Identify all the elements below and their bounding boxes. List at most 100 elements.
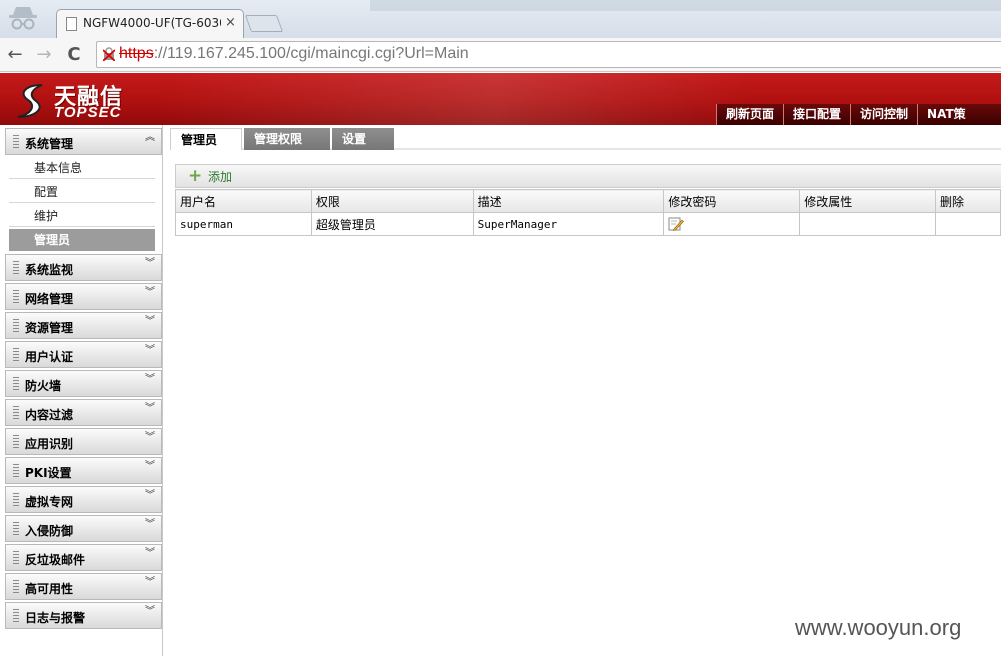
chevron-up-icon: ︽ xyxy=(145,132,155,143)
sidebar-item-basic-info[interactable]: 基本信息 xyxy=(9,157,155,179)
sidebar-section-label: 应用识别 xyxy=(25,437,74,451)
chevron-down-icon: ︾ xyxy=(145,432,155,443)
incognito-icon xyxy=(9,7,37,30)
sidebar-section-label: 反垃圾邮件 xyxy=(25,553,86,567)
sidebar-section-label: 用户认证 xyxy=(25,350,74,364)
chevron-down-icon: ︾ xyxy=(145,548,155,559)
grip-icon xyxy=(13,464,19,478)
browser-tab-title: NGFW4000-UF(TG-6030 xyxy=(83,16,221,30)
cell-delete xyxy=(935,212,1001,236)
grip-icon xyxy=(13,435,19,449)
sidebar-section-label: 网络管理 xyxy=(25,292,74,306)
sidebar-section-user-auth[interactable]: 用户认证 ︾ xyxy=(5,341,162,368)
chevron-down-icon: ︾ xyxy=(145,287,155,298)
close-tab-icon[interactable]: × xyxy=(225,15,236,30)
tab-admin-permissions[interactable]: 管理权限 xyxy=(244,128,330,150)
chevron-down-icon: ︾ xyxy=(145,519,155,530)
add-button-label: 添加 xyxy=(208,170,233,184)
plus-icon: + xyxy=(188,166,203,186)
sidebar-item-administrators[interactable]: 管理员 xyxy=(9,229,155,251)
column-header-username: 用户名 xyxy=(175,189,312,213)
grip-icon xyxy=(13,348,19,362)
top-nav: 刷新页面 接口配置 访问控制 NAT策 xyxy=(716,104,1001,125)
new-tab-button[interactable] xyxy=(244,15,284,32)
sidebar-section-label: 资源管理 xyxy=(25,321,74,335)
tab-administrators[interactable]: 管理员 xyxy=(170,128,242,150)
grip-icon xyxy=(13,135,19,149)
sidebar-section-ips[interactable]: 入侵防御 ︾ xyxy=(5,515,162,542)
chevron-down-icon: ︾ xyxy=(145,403,155,414)
cell-description: SuperManager xyxy=(472,212,665,236)
page-tabs: 管理员 管理权限 设置 xyxy=(170,126,1001,150)
tab-settings[interactable]: 设置 xyxy=(332,128,394,150)
nav-nat-policy[interactable]: NAT策 xyxy=(917,104,975,125)
column-header-edit-attributes: 修改属性 xyxy=(799,189,937,213)
grip-icon xyxy=(13,580,19,594)
logo-text-en: TOPSEC xyxy=(54,104,122,121)
url-path: ://119.167.245.100/cgi/maincgi.cgi?Url=M… xyxy=(153,45,469,62)
sidebar-item-maintenance[interactable]: 维护 xyxy=(9,205,155,227)
sidebar-section-label: 虚拟专网 xyxy=(25,495,74,509)
table-header-row: 用户名 权限 描述 修改密码 修改属性 删除 xyxy=(175,189,1001,213)
sidebar-section-firewall[interactable]: 防火墙 ︾ xyxy=(5,370,162,397)
chevron-down-icon: ︾ xyxy=(145,577,155,588)
sidebar-item-config[interactable]: 配置 xyxy=(9,181,155,203)
sidebar-section-app-identify[interactable]: 应用识别 ︾ xyxy=(5,428,162,455)
grip-icon xyxy=(13,290,19,304)
sidebar-section-system-management[interactable]: 系统管理 ︽ xyxy=(5,128,162,155)
sidebar-section-logs-alerts[interactable]: 日志与报警 ︾ xyxy=(5,602,162,629)
sidebar-section-network[interactable]: 网络管理 ︾ xyxy=(5,283,162,310)
background-window-strip xyxy=(370,0,1001,11)
back-arrow-icon[interactable]: ← xyxy=(4,44,26,66)
sidebar-section-label: 高可用性 xyxy=(25,582,74,596)
reload-icon[interactable]: C xyxy=(63,44,85,66)
sidebar-section-antispam[interactable]: 反垃圾邮件 ︾ xyxy=(5,544,162,571)
column-header-role: 权限 xyxy=(310,189,474,213)
admin-table: 用户名 权限 描述 修改密码 修改属性 删除 superman 超级管理员 Su… xyxy=(175,189,1001,236)
sidebar-section-content-filter[interactable]: 内容过滤 ︾ xyxy=(5,399,162,426)
sidebar-section-label: 防火墙 xyxy=(25,379,62,393)
add-button[interactable]: + 添加 xyxy=(188,168,232,186)
chevron-down-icon: ︾ xyxy=(145,606,155,617)
sidebar-section-label: PKI设置 xyxy=(25,466,72,480)
watermark: www.wooyun.org xyxy=(795,615,962,640)
sidebar-section-label: 日志与报警 xyxy=(25,611,86,625)
table-row: superman 超级管理员 SuperManager xyxy=(175,212,1001,236)
sidebar-section-label: 系统管理 xyxy=(25,137,74,151)
topsec-logo: 天融信 TOPSEC xyxy=(12,77,152,123)
sidebar-section-label: 系统监视 xyxy=(25,263,74,277)
edit-pencil-icon[interactable] xyxy=(668,217,685,231)
cell-role: 超级管理员 xyxy=(310,212,474,236)
cell-username: superman xyxy=(175,212,312,236)
chevron-down-icon: ︾ xyxy=(145,258,155,269)
nav-interface-config[interactable]: 接口配置 xyxy=(783,104,850,125)
sidebar-section-resources[interactable]: 资源管理 ︾ xyxy=(5,312,162,339)
page-icon xyxy=(66,17,77,31)
chevron-down-icon: ︾ xyxy=(145,490,155,501)
sidebar-section-high-availability[interactable]: 高可用性 ︾ xyxy=(5,573,162,600)
grip-icon xyxy=(13,319,19,333)
sidebar-section-vpn[interactable]: 虚拟专网 ︾ xyxy=(5,486,162,513)
forward-arrow-icon[interactable]: → xyxy=(33,44,55,66)
grip-icon xyxy=(13,377,19,391)
column-header-change-password: 修改密码 xyxy=(663,189,801,213)
broken-lock-icon xyxy=(103,47,115,61)
address-bar[interactable]: https://119.167.245.100/cgi/maincgi.cgi?… xyxy=(96,41,1001,68)
sidebar-section-pki[interactable]: PKI设置 ︾ xyxy=(5,457,162,484)
address-url: https://119.167.245.100/cgi/maincgi.cgi?… xyxy=(119,45,469,63)
nav-refresh-page[interactable]: 刷新页面 xyxy=(716,104,783,125)
chevron-down-icon: ︾ xyxy=(145,374,155,385)
browser-toolbar: ← → C https://119.167.245.100/cgi/maincg… xyxy=(0,38,1001,72)
cell-edit-attributes xyxy=(799,212,937,236)
browser-tab[interactable]: NGFW4000-UF(TG-6030 × xyxy=(56,9,244,38)
grip-icon xyxy=(13,261,19,275)
browser-tab-bar: NGFW4000-UF(TG-6030 × xyxy=(0,0,1001,38)
logo-swoosh-icon xyxy=(17,84,43,118)
grip-icon xyxy=(13,551,19,565)
nav-access-control[interactable]: 访问控制 xyxy=(850,104,917,125)
grip-icon xyxy=(13,493,19,507)
chevron-down-icon: ︾ xyxy=(145,461,155,472)
column-header-description: 描述 xyxy=(472,189,665,213)
sidebar-section-system-monitor[interactable]: 系统监视 ︾ xyxy=(5,254,162,281)
sidebar-section-label: 内容过滤 xyxy=(25,408,74,422)
